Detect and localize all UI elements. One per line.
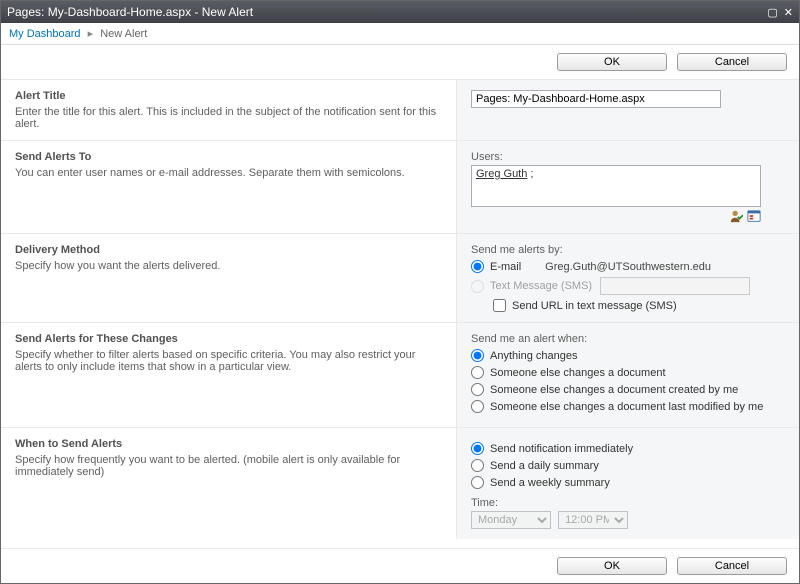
section-when: When to Send Alerts Specify how frequent…	[1, 428, 799, 539]
breadcrumb-current: New Alert	[100, 28, 147, 40]
time-select: 12:00 PM	[558, 511, 628, 529]
top-button-row: OK Cancel	[1, 45, 799, 80]
users-label: Users:	[471, 151, 785, 163]
change-anything-label: Anything changes	[490, 350, 577, 362]
bottom-button-row: OK Cancel	[1, 548, 799, 583]
alert-title-desc: Enter the title for this alert. This is …	[15, 106, 442, 130]
when-desc: Specify how frequently you want to be al…	[15, 454, 442, 478]
window-controls: ▢ ✕	[767, 6, 793, 19]
delivery-sms-row: Text Message (SMS)	[471, 277, 785, 295]
change-created-label: Someone else changes a document created …	[490, 384, 738, 396]
ok-button-bottom[interactable]: OK	[557, 557, 667, 575]
change-someone-radio[interactable]	[471, 366, 484, 379]
alert-title-heading: Alert Title	[15, 90, 442, 102]
when-daily-radio[interactable]	[471, 459, 484, 472]
delivery-desc: Specify how you want the alerts delivere…	[15, 260, 442, 272]
changes-desc: Specify whether to filter alerts based o…	[15, 349, 442, 373]
user-suffix: ;	[527, 168, 533, 180]
titlebar: Pages: My-Dashboard-Home.aspx - New Aler…	[1, 1, 799, 23]
section-alert-title: Alert Title Enter the title for this ale…	[1, 80, 799, 141]
section-changes: Send Alerts for These Changes Specify wh…	[1, 323, 799, 428]
change-modified-label: Someone else changes a document last mod…	[490, 401, 763, 413]
delivery-email-row: E-mail Greg.Guth@UTSouthwestern.edu	[471, 260, 785, 273]
delivery-label: Send me alerts by:	[471, 244, 785, 256]
when-immediate-label: Send notification immediately	[490, 443, 633, 455]
time-label: Time:	[471, 497, 785, 509]
send-url-sms-checkbox[interactable]	[493, 299, 506, 312]
send-to-heading: Send Alerts To	[15, 151, 442, 163]
when-daily-label: Send a daily summary	[490, 460, 599, 472]
ok-button[interactable]: OK	[557, 53, 667, 71]
browse-directory-icon[interactable]	[747, 209, 761, 223]
delivery-sms-url-row: Send URL in text message (SMS)	[493, 299, 785, 312]
content-area: Alert Title Enter the title for this ale…	[1, 80, 799, 548]
change-modified-radio[interactable]	[471, 400, 484, 413]
alert-title-input[interactable]	[471, 90, 721, 108]
section-delivery: Delivery Method Specify how you want the…	[1, 234, 799, 323]
delivery-heading: Delivery Method	[15, 244, 442, 256]
user-chip[interactable]: Greg Guth	[476, 168, 527, 180]
change-anything-radio[interactable]	[471, 349, 484, 362]
day-select: Monday	[471, 511, 551, 529]
chevron-right-icon: ▸	[88, 28, 94, 40]
maximize-icon[interactable]: ▢	[767, 6, 777, 19]
when-weekly-radio[interactable]	[471, 476, 484, 489]
cancel-button-bottom[interactable]: Cancel	[677, 557, 787, 575]
delivery-email-value: Greg.Guth@UTSouthwestern.edu	[545, 261, 711, 273]
section-send-to: Send Alerts To You can enter user names …	[1, 141, 799, 234]
window-title: Pages: My-Dashboard-Home.aspx - New Aler…	[7, 5, 767, 19]
cancel-button[interactable]: Cancel	[677, 53, 787, 71]
when-immediate-radio[interactable]	[471, 442, 484, 455]
changes-heading: Send Alerts for These Changes	[15, 333, 442, 345]
breadcrumb-root[interactable]: My Dashboard	[9, 28, 81, 40]
when-heading: When to Send Alerts	[15, 438, 442, 450]
check-names-icon[interactable]	[729, 209, 743, 223]
people-picker-icons	[471, 209, 761, 223]
changes-label: Send me an alert when:	[471, 333, 785, 345]
delivery-email-radio[interactable]	[471, 260, 484, 273]
dialog-window: Pages: My-Dashboard-Home.aspx - New Aler…	[0, 0, 800, 584]
breadcrumb: My Dashboard ▸ New Alert	[1, 23, 799, 45]
users-input[interactable]: Greg Guth ;	[471, 165, 761, 207]
close-icon[interactable]: ✕	[784, 6, 793, 19]
delivery-sms-radio	[471, 280, 484, 293]
delivery-sms-label: Text Message (SMS)	[490, 280, 592, 292]
delivery-sms-input	[600, 277, 750, 295]
change-someone-label: Someone else changes a document	[490, 367, 666, 379]
delivery-email-label: E-mail	[490, 261, 521, 273]
change-created-radio[interactable]	[471, 383, 484, 396]
send-url-sms-label: Send URL in text message (SMS)	[512, 300, 677, 312]
time-block: Time: Monday 12:00 PM	[471, 497, 785, 529]
send-to-desc: You can enter user names or e-mail addre…	[15, 167, 442, 179]
when-weekly-label: Send a weekly summary	[490, 477, 610, 489]
